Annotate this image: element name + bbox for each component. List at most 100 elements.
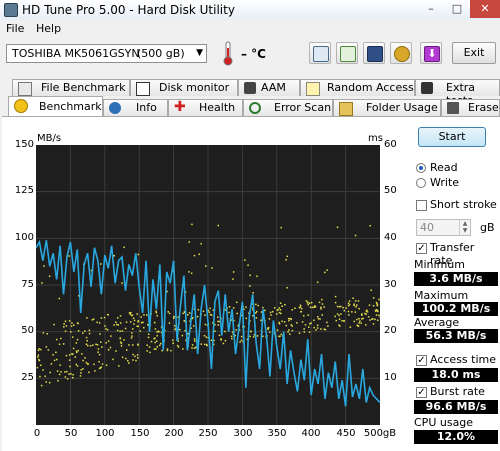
access-time-point [173,315,175,318]
access-time-point [132,353,134,356]
access-time-point [240,335,243,338]
start-button[interactable]: Start [418,127,486,147]
x-tick: 450 [336,428,356,439]
access-time-point [256,335,259,337]
tab-disk-monitor[interactable]: Disk monitor [130,79,238,96]
access-time-point [45,346,48,348]
tab-health[interactable]: ✚ Health [168,99,243,116]
access-time-point [353,304,355,307]
tab-extra-tests[interactable]: Extra tests [415,79,500,107]
write-radio[interactable] [416,178,426,188]
access-time-point [323,328,326,331]
short-stroke-value: 40 [420,221,434,234]
access-time-point [55,351,57,354]
copy-screenshot-button[interactable] [336,42,358,64]
tab-error-scan[interactable]: Error Scan [243,99,333,116]
tab-benchmark[interactable]: Benchmark [8,96,103,116]
access-time-point [159,342,162,345]
transfer-rate-checkbox[interactable]: ✓ [416,243,427,254]
access-time-point [91,319,94,321]
access-time-point [107,340,110,342]
access-time-point [137,325,140,328]
access-time-point [304,324,307,326]
y-tick-left: 150 [14,139,34,150]
access-time-point [358,307,360,310]
tab-folder-usage[interactable]: Folder Usage [333,99,441,116]
access-time-point [65,325,68,327]
access-time-point [317,317,320,320]
tab-aam[interactable]: AAM [238,79,300,96]
short-stroke-stepper[interactable]: 40 ▲ ▼ [416,219,471,236]
access-time-point [218,320,220,323]
access-time-point [105,364,108,367]
access-time-point [190,272,193,275]
thermometer-icon [223,41,233,66]
access-time-point [68,359,71,361]
burst-rate-checkbox[interactable]: ✓ [416,387,427,398]
access-time-point [279,302,282,304]
access-time-point [351,311,353,313]
access-time-point [341,320,343,322]
access-time-point [283,321,286,323]
access-time-point [168,312,171,315]
tab-erase[interactable]: Erase [441,99,500,116]
access-time-point [314,305,317,308]
right-axis-unit: ms [368,133,383,144]
access-time-point [97,351,99,353]
copy-info-button[interactable] [309,42,331,64]
access-time-point [65,354,68,357]
access-time-point [97,348,100,350]
access-time-point [336,313,339,315]
close-button[interactable]: ✕ [470,0,500,18]
access-time-point [278,307,281,309]
access-time-point [278,321,280,324]
access-time-point [372,318,374,320]
short-stroke-label: Short stroke [430,198,497,211]
drive-select[interactable]: TOSHIBA MK5061GSYN (500 gB) ▼ [6,44,207,63]
read-radio[interactable] [416,163,426,173]
download-button[interactable]: ⬇ [420,42,442,64]
access-time-point [353,303,355,305]
access-time-point [307,314,309,316]
save-button[interactable] [363,42,385,64]
access-time-point [336,305,339,308]
access-time-point [71,353,73,355]
access-time-point [204,314,206,316]
tab-random-access[interactable]: Random Access [300,79,415,96]
minimize-button[interactable]: – [418,0,444,18]
access-time-point [310,301,313,304]
random-access-icon [306,82,320,96]
access-time-point [113,254,115,257]
menu-help[interactable]: Help [36,22,61,35]
access-time-point [104,325,106,327]
exit-button[interactable]: Exit [452,42,496,64]
access-time-point [100,317,103,319]
access-time-point [140,316,142,318]
access-time-point [52,354,54,356]
access-time-point [70,325,73,327]
access-time-point [131,344,134,346]
access-time-value: 18.0 ms [414,368,498,382]
access-time-point [77,330,80,332]
access-time-point [156,335,158,337]
access-time-point [125,321,128,323]
tab-file-benchmark[interactable]: File Benchmark [12,79,130,96]
maximize-button[interactable]: □ [444,0,470,18]
cpu-usage-label: CPU usage [414,416,474,429]
access-time-checkbox[interactable]: ✓ [416,355,427,366]
menu-file[interactable]: File [6,22,24,35]
options-button[interactable] [390,42,412,64]
tab-info[interactable]: Info [103,99,168,116]
access-time-point [98,361,100,363]
save-icon [367,46,383,62]
access-time-point [42,369,44,371]
access-time-point [264,309,266,312]
tab-label: Random Access [327,81,414,94]
access-time-point [188,241,190,243]
short-stroke-checkbox[interactable] [416,200,427,211]
short-stroke-unit: gB [480,221,495,234]
access-time-point [321,303,324,305]
access-time-point [358,318,360,320]
chart-canvas [36,145,380,425]
access-time-point [338,324,340,326]
